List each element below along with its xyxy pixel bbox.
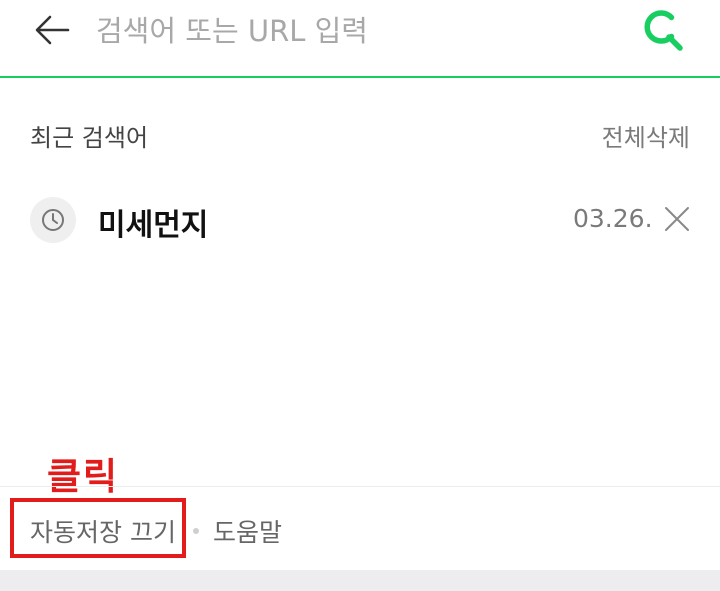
separator-dot <box>193 528 199 534</box>
remove-history-button[interactable] <box>662 204 692 234</box>
search-header <box>0 0 720 78</box>
close-icon <box>665 207 689 231</box>
history-icon-badge <box>30 197 76 243</box>
back-button[interactable] <box>28 8 76 52</box>
autosave-off-button[interactable]: 자동저장 끄기 <box>30 513 176 549</box>
history-date: 03.26. <box>573 204 653 233</box>
history-keyword[interactable]: 미세먼지 <box>98 200 208 244</box>
back-arrow-icon <box>35 15 70 45</box>
search-icon <box>644 10 683 51</box>
delete-all-button[interactable]: 전체삭제 <box>602 118 690 153</box>
history-item[interactable]: 미세먼지 03.26. <box>0 190 720 252</box>
recent-searches-title: 최근 검색어 <box>30 124 149 152</box>
bottom-panel <box>0 570 720 591</box>
search-input[interactable] <box>96 8 616 54</box>
clock-icon <box>42 209 64 231</box>
help-link[interactable]: 도움말 <box>213 513 282 549</box>
search-button[interactable] <box>638 6 688 54</box>
